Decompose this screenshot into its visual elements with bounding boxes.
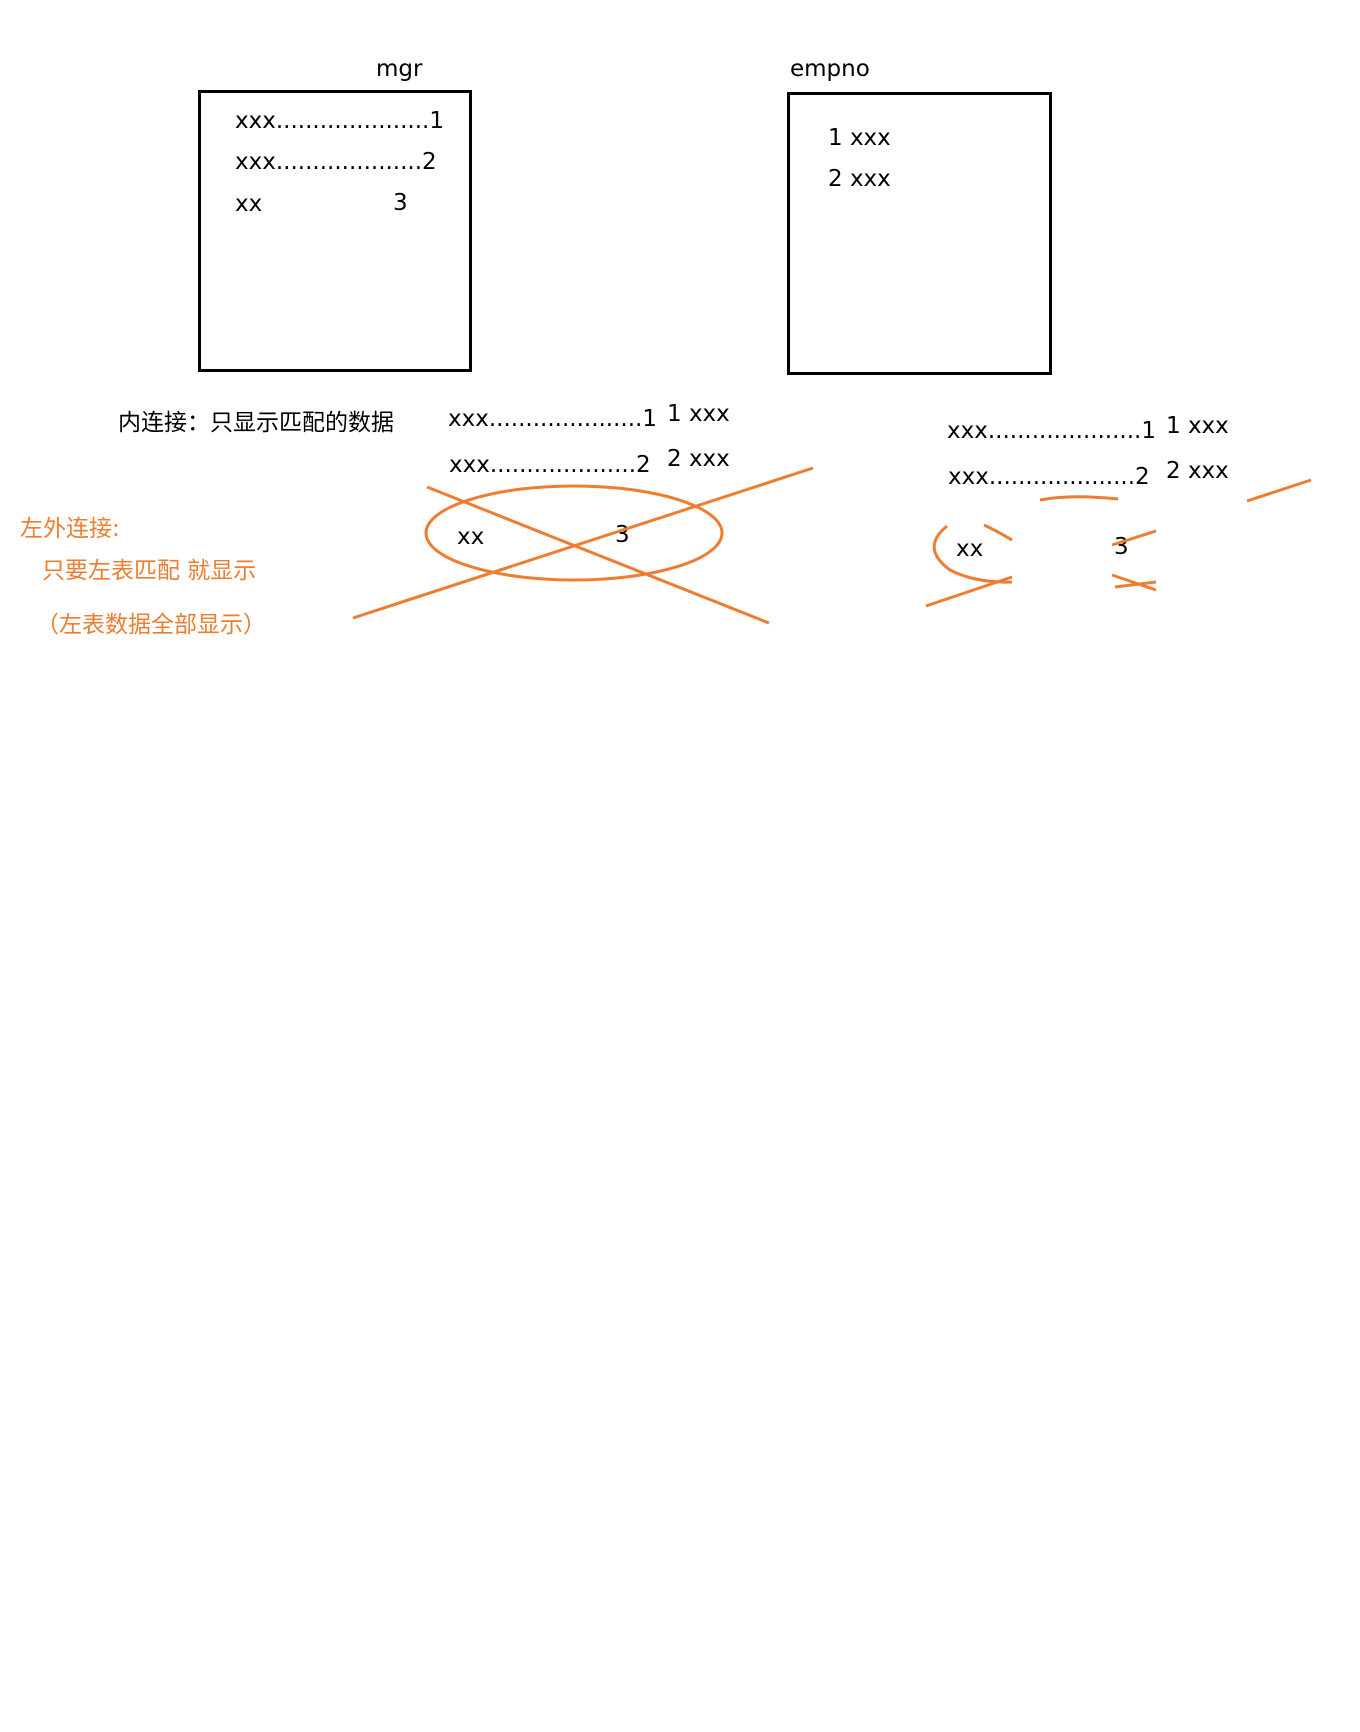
inner-unmatched-ellipse [424,484,724,582]
outer-ellipse-top-fragment [1039,495,1119,502]
outer-line-a-mid [1111,529,1157,547]
inner-cross-line-a [352,466,814,620]
outer-line-a-left [925,575,1013,608]
outer-ellipse-top-arc [983,523,1013,542]
outer-line-a-right [1246,478,1312,503]
inner-cross-line-b [426,485,770,625]
annotation-overlay [352,466,1312,625]
